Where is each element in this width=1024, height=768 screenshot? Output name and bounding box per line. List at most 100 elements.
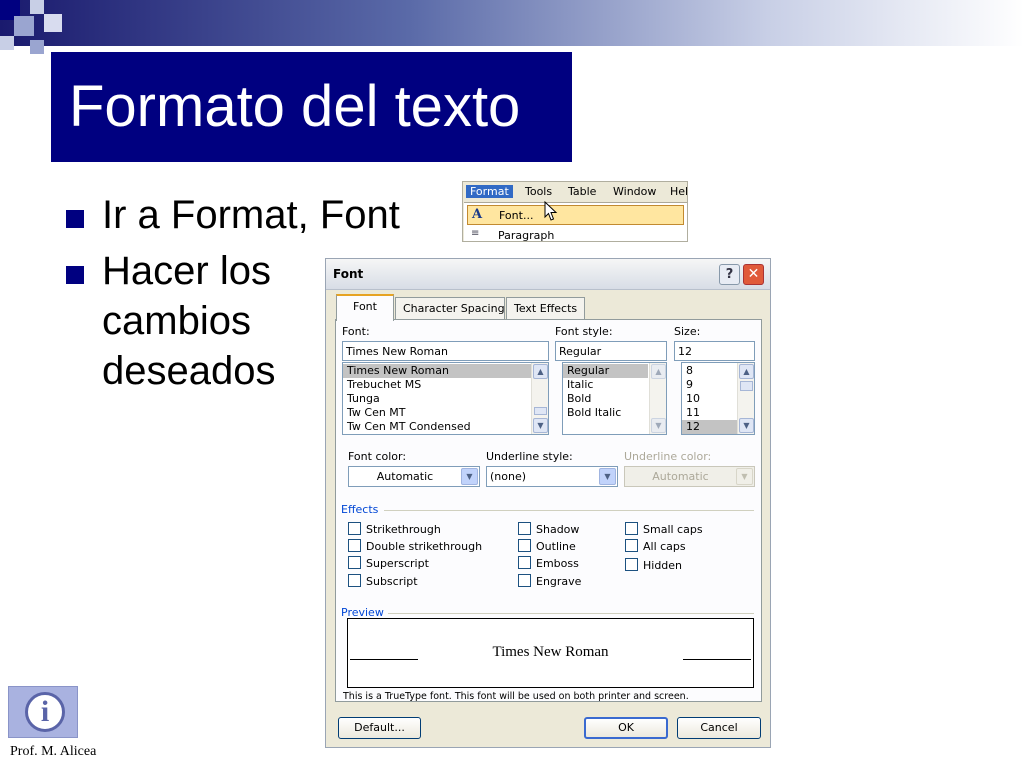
subscript-checkbox[interactable]: Subscript [348, 574, 418, 588]
footer-author: Prof. M. Alicea [10, 744, 97, 759]
decoration-square [30, 0, 44, 14]
size-input[interactable]: 12 [674, 341, 755, 361]
checkbox-box[interactable] [518, 522, 531, 535]
preview-divider [388, 613, 754, 614]
info-button[interactable]: i [8, 686, 78, 738]
ok-button[interactable]: OK [584, 717, 668, 739]
scroll-thumb[interactable] [534, 407, 547, 415]
font-style-input[interactable]: Regular [555, 341, 667, 361]
menu-bar: Format Tools Table Window Hel [463, 182, 687, 202]
menu-tools[interactable]: Tools [525, 185, 552, 198]
scroll-up-icon[interactable]: ▲ [533, 364, 548, 379]
menu-item-paragraph[interactable]: ≡ Paragraph [467, 226, 684, 242]
dialog-title: Font [333, 267, 364, 281]
decoration-square [30, 40, 44, 54]
checkbox-box[interactable] [518, 556, 531, 569]
scroll-down-icon[interactable]: ▼ [651, 418, 666, 433]
scroll-down-icon[interactable]: ▼ [739, 418, 754, 433]
decoration-square [44, 14, 62, 32]
decoration-square [0, 36, 14, 50]
checkbox-label: Small caps [643, 523, 703, 536]
font-style-label: Font style: [555, 325, 613, 338]
scroll-up-icon[interactable]: ▲ [739, 364, 754, 379]
bullet-item: Hacer los cambios deseados [62, 246, 332, 396]
menu-help[interactable]: Hel [670, 185, 687, 198]
checkbox-label: Outline [536, 540, 576, 553]
size-list[interactable]: 8 9 10 11 12 ▲ ▼ [681, 362, 755, 435]
underline-style-label: Underline style: [486, 450, 573, 463]
checkbox-label: Emboss [536, 557, 579, 570]
superscript-checkbox[interactable]: Superscript [348, 556, 429, 570]
list-item[interactable]: Tw Cen MT [343, 406, 548, 420]
emboss-checkbox[interactable]: Emboss [518, 556, 579, 570]
size-list-scrollbar[interactable]: ▲ ▼ [737, 363, 754, 434]
tab-text-effects[interactable]: Text Effects [506, 297, 585, 319]
strikethrough-checkbox[interactable]: Strikethrough [348, 522, 441, 536]
underline-color-value: Automatic [652, 470, 709, 483]
list-item[interactable]: Regular [563, 364, 648, 378]
font-list-scrollbar[interactable]: ▲ ▼ [531, 363, 548, 434]
checkbox-box[interactable] [625, 539, 638, 552]
shadow-checkbox[interactable]: Shadow [518, 522, 579, 536]
list-item[interactable]: Tw Cen MT Condensed [343, 420, 548, 434]
all-caps-checkbox[interactable]: All caps [625, 539, 686, 553]
menu-snippet: Format Tools Table Window Hel A Font... … [462, 181, 688, 242]
font-style-list[interactable]: Regular Italic Bold Bold Italic ▲ ▼ [562, 362, 667, 435]
font-color-select[interactable]: Automatic ▼ [348, 466, 480, 487]
font-name-list[interactable]: Times New Roman Trebuchet MS Tunga Tw Ce… [342, 362, 549, 435]
checkbox-box[interactable] [348, 522, 361, 535]
list-item[interactable]: Times New Roman [343, 364, 548, 378]
menu-window[interactable]: Window [613, 185, 656, 198]
checkbox-box[interactable] [518, 574, 531, 587]
checkbox-label: Double strikethrough [366, 540, 483, 553]
list-item[interactable]: Trebuchet MS [343, 378, 548, 392]
checkbox-label: Superscript [366, 557, 429, 570]
tab-character-spacing[interactable]: Character Spacing [395, 297, 505, 319]
checkbox-box[interactable] [518, 539, 531, 552]
decoration-square [14, 16, 34, 36]
checkbox-box[interactable] [348, 556, 361, 569]
slide-title: Formato del texto [51, 52, 572, 162]
checkbox-label: Engrave [536, 575, 582, 588]
help-button[interactable]: ? [719, 264, 740, 285]
list-item[interactable]: Tunga [343, 392, 548, 406]
underline-color-select: Automatic ▼ [624, 466, 755, 487]
scroll-up-icon[interactable]: ▲ [651, 364, 666, 379]
dialog-titlebar: Font ? ✕ [326, 259, 770, 290]
size-label: Size: [674, 325, 701, 338]
menu-format[interactable]: Format [466, 185, 513, 198]
checkbox-label: Strikethrough [366, 523, 441, 536]
font-name-input[interactable]: Times New Roman [342, 341, 549, 361]
format-dropdown: A Font... ≡ Paragraph [464, 201, 687, 242]
checkbox-label: Subscript [366, 575, 418, 588]
underline-style-select[interactable]: (none) ▼ [486, 466, 618, 487]
cancel-button[interactable]: Cancel [677, 717, 761, 739]
scroll-thumb[interactable] [740, 381, 753, 391]
menu-item-paragraph-label: Paragraph [498, 229, 555, 242]
outline-checkbox[interactable]: Outline [518, 539, 576, 553]
style-list-scrollbar[interactable]: ▲ ▼ [649, 363, 666, 434]
chevron-down-icon[interactable]: ▼ [599, 468, 616, 485]
menu-item-font[interactable]: A Font... [467, 205, 684, 225]
hidden-checkbox[interactable]: Hidden [625, 558, 682, 572]
double-strikethrough-checkbox[interactable]: Double strikethrough [348, 539, 482, 553]
font-color-label: Font color: [348, 450, 407, 463]
small-caps-checkbox[interactable]: Small caps [625, 522, 703, 536]
bullet-item: Ir a Format, Font [62, 190, 452, 240]
checkbox-box[interactable] [625, 522, 638, 535]
preview-note: This is a TrueType font. This font will … [343, 691, 689, 702]
font-color-value: Automatic [376, 470, 434, 483]
underline-style-value: (none) [490, 470, 527, 483]
checkbox-box[interactable] [348, 539, 361, 552]
checkbox-box[interactable] [348, 574, 361, 587]
underline-color-label: Underline color: [624, 450, 712, 463]
font-label: Font: [342, 325, 370, 338]
scroll-down-icon[interactable]: ▼ [533, 418, 548, 433]
default-button[interactable]: Default... [338, 717, 421, 739]
checkbox-box[interactable] [625, 558, 638, 571]
menu-table[interactable]: Table [568, 185, 596, 198]
tab-font[interactable]: Font [336, 294, 394, 321]
chevron-down-icon[interactable]: ▼ [461, 468, 478, 485]
close-button[interactable]: ✕ [743, 264, 764, 285]
engrave-checkbox[interactable]: Engrave [518, 574, 581, 588]
